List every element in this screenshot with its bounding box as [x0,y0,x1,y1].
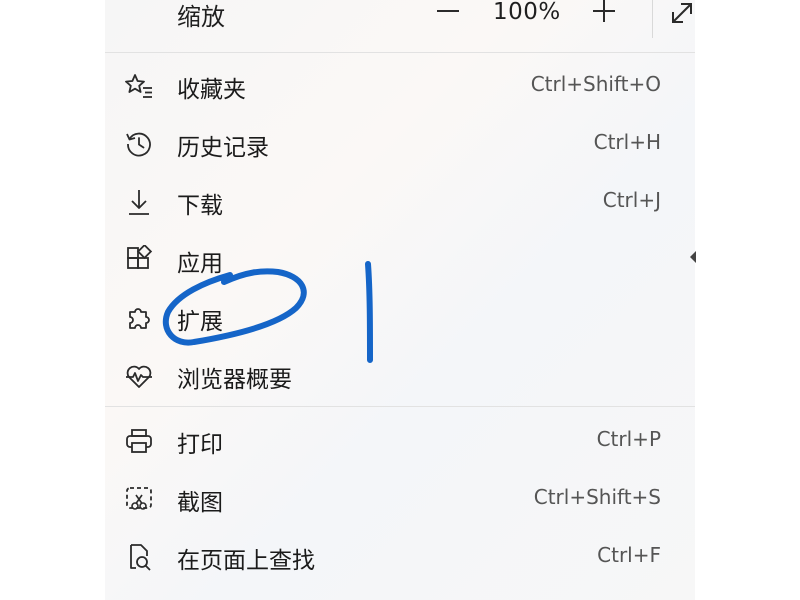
menu-item-screenshot[interactable]: 截图 Ctrl+Shift+S [105,470,695,528]
menu-item-label: 浏览器概要 [177,367,292,393]
star-list-icon [123,70,155,102]
menu-item-label: 截图 [177,490,223,516]
history-icon [123,128,155,160]
apps-icon [123,244,155,276]
menu-divider [105,52,695,53]
shortcut-text: Ctrl+F [597,543,661,567]
heartbeat-icon [123,360,155,392]
screenshot-page: 缩放 100% 收藏夹 Ctrl+Shift+O 历史记录 Ctrl+H 下载 … [0,0,800,600]
scroll-arrow-icon [690,251,696,263]
printer-icon [123,425,155,457]
menu-item-print[interactable]: 打印 Ctrl+P [105,412,695,470]
minus-icon [437,10,459,12]
shortcut-text: Ctrl+J [602,188,661,212]
plus-icon [593,0,615,22]
menu-item-browser-essentials[interactable]: 浏览器概要 [105,347,695,405]
menu-item-favorites[interactable]: 收藏夹 Ctrl+Shift+O [105,57,695,115]
menu-item-label: 下载 [177,193,223,219]
menu-item-label: 应用 [177,251,223,277]
menu-item-label: 在页面上查找 [177,548,315,574]
zoom-row: 缩放 100% [105,0,695,52]
menu-item-label: 收藏夹 [177,77,246,103]
browser-settings-menu: 缩放 100% 收藏夹 Ctrl+Shift+O 历史记录 Ctrl+H 下载 … [105,0,695,600]
zoom-out-button[interactable] [433,0,463,26]
zoom-level: 100% [493,0,561,25]
zoom-label: 缩放 [177,3,225,31]
puzzle-icon [123,302,155,334]
zoom-separator [652,0,653,38]
menu-item-downloads[interactable]: 下载 Ctrl+J [105,173,695,231]
find-page-icon [123,541,155,573]
menu-divider [105,406,695,407]
menu-item-extensions[interactable]: 扩展 [105,289,695,347]
shortcut-text: Ctrl+Shift+S [533,485,661,509]
shortcut-text: Ctrl+P [596,427,661,451]
screenshot-icon [123,483,155,515]
menu-item-history[interactable]: 历史记录 Ctrl+H [105,115,695,173]
menu-item-apps[interactable]: 应用 [105,231,695,289]
menu-item-label: 历史记录 [177,135,269,161]
shortcut-text: Ctrl+Shift+O [530,72,661,96]
download-icon [123,186,155,218]
expand-icon [672,3,692,23]
zoom-in-button[interactable] [589,0,619,26]
menu-item-find-on-page[interactable]: 在页面上查找 Ctrl+F [105,528,695,586]
menu-item-label: 打印 [177,432,223,458]
fullscreen-button[interactable] [667,0,697,28]
menu-item-label: 扩展 [177,309,223,335]
shortcut-text: Ctrl+H [593,130,661,154]
